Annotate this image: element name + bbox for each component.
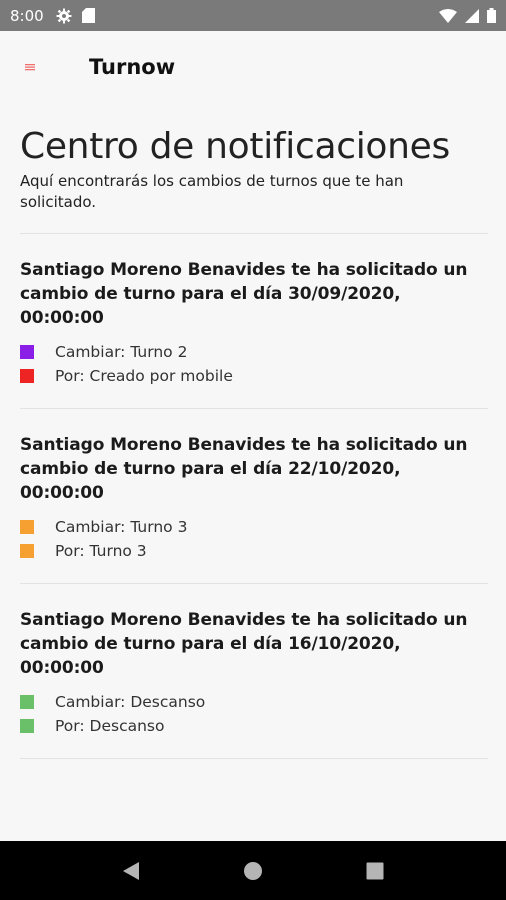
shift-color-swatch [20, 345, 34, 359]
back-icon [122, 861, 140, 881]
signal-icon [465, 8, 479, 23]
notification-text: Santiago Moreno Benavides te ha solicita… [20, 435, 468, 503]
shift-change-label: Por: Turno 3 [55, 542, 147, 560]
notification-text: Santiago Moreno Benavides te ha solicita… [20, 610, 468, 678]
back-button[interactable] [111, 851, 151, 891]
shift-color-swatch [20, 695, 34, 709]
home-icon [243, 861, 263, 881]
main-content: Centro de notificaciones Aquí encontrará… [20, 103, 488, 759]
status-right-icons [439, 8, 496, 23]
page-title: Centro de notificaciones [20, 126, 450, 167]
wifi-icon [439, 8, 457, 23]
status-bar: 8:00 [0, 0, 506, 31]
status-left-icons [56, 8, 95, 24]
shift-change-row: Cambiar: Descanso [20, 690, 488, 714]
shift-color-swatch [20, 369, 34, 383]
navigation-bar [0, 841, 506, 900]
shift-change-row: Por: Descanso [20, 714, 488, 738]
notification-spacer [20, 388, 488, 408]
shift-change-row: Cambiar: Turno 2 [20, 340, 488, 364]
notification-item[interactable]: Santiago Moreno Benavides te ha solicita… [20, 584, 488, 758]
notification-spacer [20, 738, 488, 758]
home-button[interactable] [233, 851, 273, 891]
recents-button[interactable] [355, 851, 395, 891]
recents-icon [366, 862, 384, 880]
shift-change-label: Por: Descanso [55, 717, 165, 735]
shift-change-label: Por: Creado por mobile [55, 367, 233, 385]
notification-item[interactable]: Santiago Moreno Benavides te ha solicita… [20, 409, 488, 583]
shift-change-row: Cambiar: Turno 3 [20, 515, 488, 539]
notification-spacer [20, 563, 488, 583]
notification-text: Santiago Moreno Benavides te ha solicita… [20, 260, 468, 328]
shift-change-row: Por: Turno 3 [20, 539, 488, 563]
shift-change-label: Cambiar: Turno 3 [55, 518, 188, 536]
shift-color-swatch [20, 520, 34, 534]
menu-icon [25, 63, 35, 71]
sd-card-icon [81, 8, 95, 23]
shift-color-swatch [20, 719, 34, 733]
menu-button[interactable] [20, 57, 40, 77]
status-time: 8:00 [10, 6, 44, 25]
notification-item[interactable]: Santiago Moreno Benavides te ha solicita… [20, 234, 488, 408]
page-subtitle: Aquí encontrarás los cambios de turnos q… [20, 172, 404, 211]
shift-change-label: Cambiar: Descanso [55, 693, 206, 711]
shift-color-swatch [20, 544, 34, 558]
shift-change-label: Cambiar: Turno 2 [55, 343, 188, 361]
shift-change-row: Por: Creado por mobile [20, 364, 488, 388]
battery-icon [487, 8, 496, 23]
gear-icon [56, 8, 72, 24]
app-bar: Turnow [0, 31, 506, 103]
divider [20, 758, 488, 759]
app-title: Turnow [89, 55, 176, 79]
notification-list: Santiago Moreno Benavides te ha solicita… [20, 234, 488, 759]
